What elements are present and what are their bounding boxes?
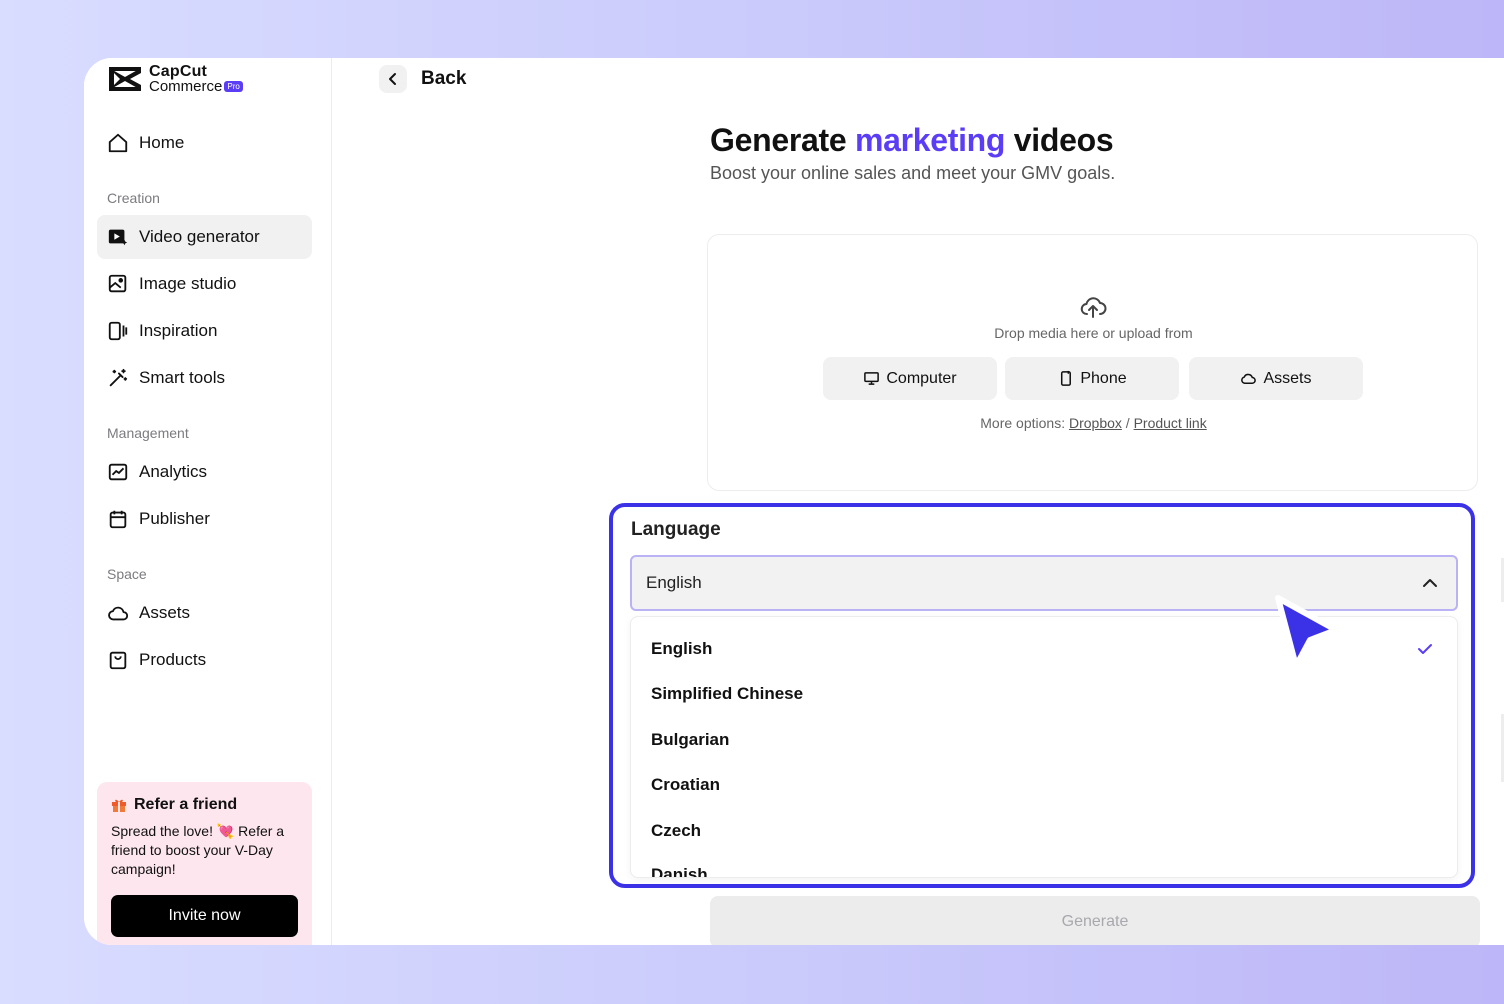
cloud-upload-icon [1080,297,1107,318]
sidebar-item-video-generator[interactable]: Video generator [97,215,312,259]
page-title: Generate marketing videos [710,122,1114,159]
section-label-creation: Creation [107,190,160,206]
section-label-management: Management [107,425,189,441]
sidebar-item-inspiration[interactable]: Inspiration [97,309,312,353]
sidebar-item-label: Video generator [139,227,260,246]
sidebar-item-products[interactable]: Products [97,638,312,682]
language-selected-value: English [646,573,702,592]
back-label: Back [421,68,467,89]
back-button[interactable] [379,65,407,93]
gift-icon [112,799,126,812]
sidebar-item-smart-tools[interactable]: Smart tools [97,356,312,400]
mouse-cursor-icon [1275,595,1339,669]
sidebar-item-publisher[interactable]: Publisher [97,497,312,541]
upload-phone-button[interactable]: Phone [1005,357,1179,400]
title-part: Generate [710,122,855,158]
sidebar-item-label: Home [139,133,185,152]
inspiration-icon [108,321,128,341]
sidebar-item-label: Assets [139,603,191,622]
more-options-label: More options: [980,415,1069,431]
video-generator-icon [108,229,128,246]
upload-dropzone[interactable]: Drop media here or upload from Computer … [707,234,1478,491]
phone-icon [1061,370,1072,386]
language-option-czech[interactable]: Czech [651,821,701,841]
sidebar-item-label: Analytics [139,462,208,481]
sidebar-item-assets[interactable]: Assets [97,591,312,635]
product-link[interactable]: Product link [1134,415,1207,431]
language-option-danish[interactable]: Danish [651,865,708,877]
magic-wand-icon [109,368,128,387]
image-studio-icon [108,274,127,293]
sidebar-item-label: Image studio [139,274,237,293]
sidebar: CapCut Commerce Pro Home Creation Video g… [84,58,332,945]
button-label: Phone [1080,369,1127,387]
pro-badge: Pro [224,81,243,92]
sidebar-item-home[interactable]: Home [97,121,312,165]
title-part: videos [1005,122,1114,158]
check-icon [1418,644,1432,654]
separator: / [1121,415,1134,431]
page-subtitle: Boost your online sales and meet your GM… [710,163,1116,183]
dropbox-link[interactable]: Dropbox [1069,415,1122,431]
refer-description: Spread the love! 💘 Refer a friend to boo… [111,823,285,877]
home-icon [108,133,128,153]
chevron-up-icon [1423,579,1437,587]
language-option-simplified-chinese[interactable]: Simplified Chinese [651,684,803,704]
title-accent: marketing [854,122,1006,158]
capcut-commerce-logo[interactable]: CapCut Commerce Pro [106,64,243,94]
shopping-bag-icon [109,651,127,670]
language-option-english[interactable]: English [651,639,712,659]
button-label: Computer [886,369,957,387]
generate-button[interactable]: Generate [710,896,1480,945]
brand-subname: Commerce [149,78,223,95]
back-link[interactable]: Back [379,65,466,93]
sidebar-item-label: Smart tools [139,368,225,387]
analytics-icon [108,463,128,481]
sidebar-item-label: Inspiration [139,321,218,340]
section-label-space: Space [107,566,147,582]
sidebar-item-label: Products [139,650,207,669]
calendar-icon [109,510,127,529]
language-panel: Language English English Simplified Chin… [609,503,1475,888]
more-options: More options: Dropbox / Product link [708,415,1479,431]
upload-computer-button[interactable]: Computer [823,357,997,400]
drop-hint: Drop media here or upload from [994,325,1193,341]
brand-name: CapCut [149,63,208,80]
language-label: Language [631,519,721,540]
sidebar-item-label: Publisher [139,509,210,528]
cloud-icon [108,606,129,621]
refer-card: Refer a friend Spread the love! 💘 Refer … [97,782,312,945]
sidebar-item-image-studio[interactable]: Image studio [97,262,312,306]
cloud-icon [1241,373,1257,384]
button-label: Assets [1263,369,1312,387]
refer-title: Refer a friend [134,796,238,813]
upload-assets-button[interactable]: Assets [1189,357,1363,400]
language-option-croatian[interactable]: Croatian [651,775,720,795]
chevron-left-icon [389,73,396,85]
monitor-icon [864,372,880,385]
sidebar-item-analytics[interactable]: Analytics [97,450,312,494]
capcut-logo-icon [109,67,141,91]
invite-now-button[interactable]: Invite now [111,895,298,937]
language-option-bulgarian[interactable]: Bulgarian [651,730,729,750]
